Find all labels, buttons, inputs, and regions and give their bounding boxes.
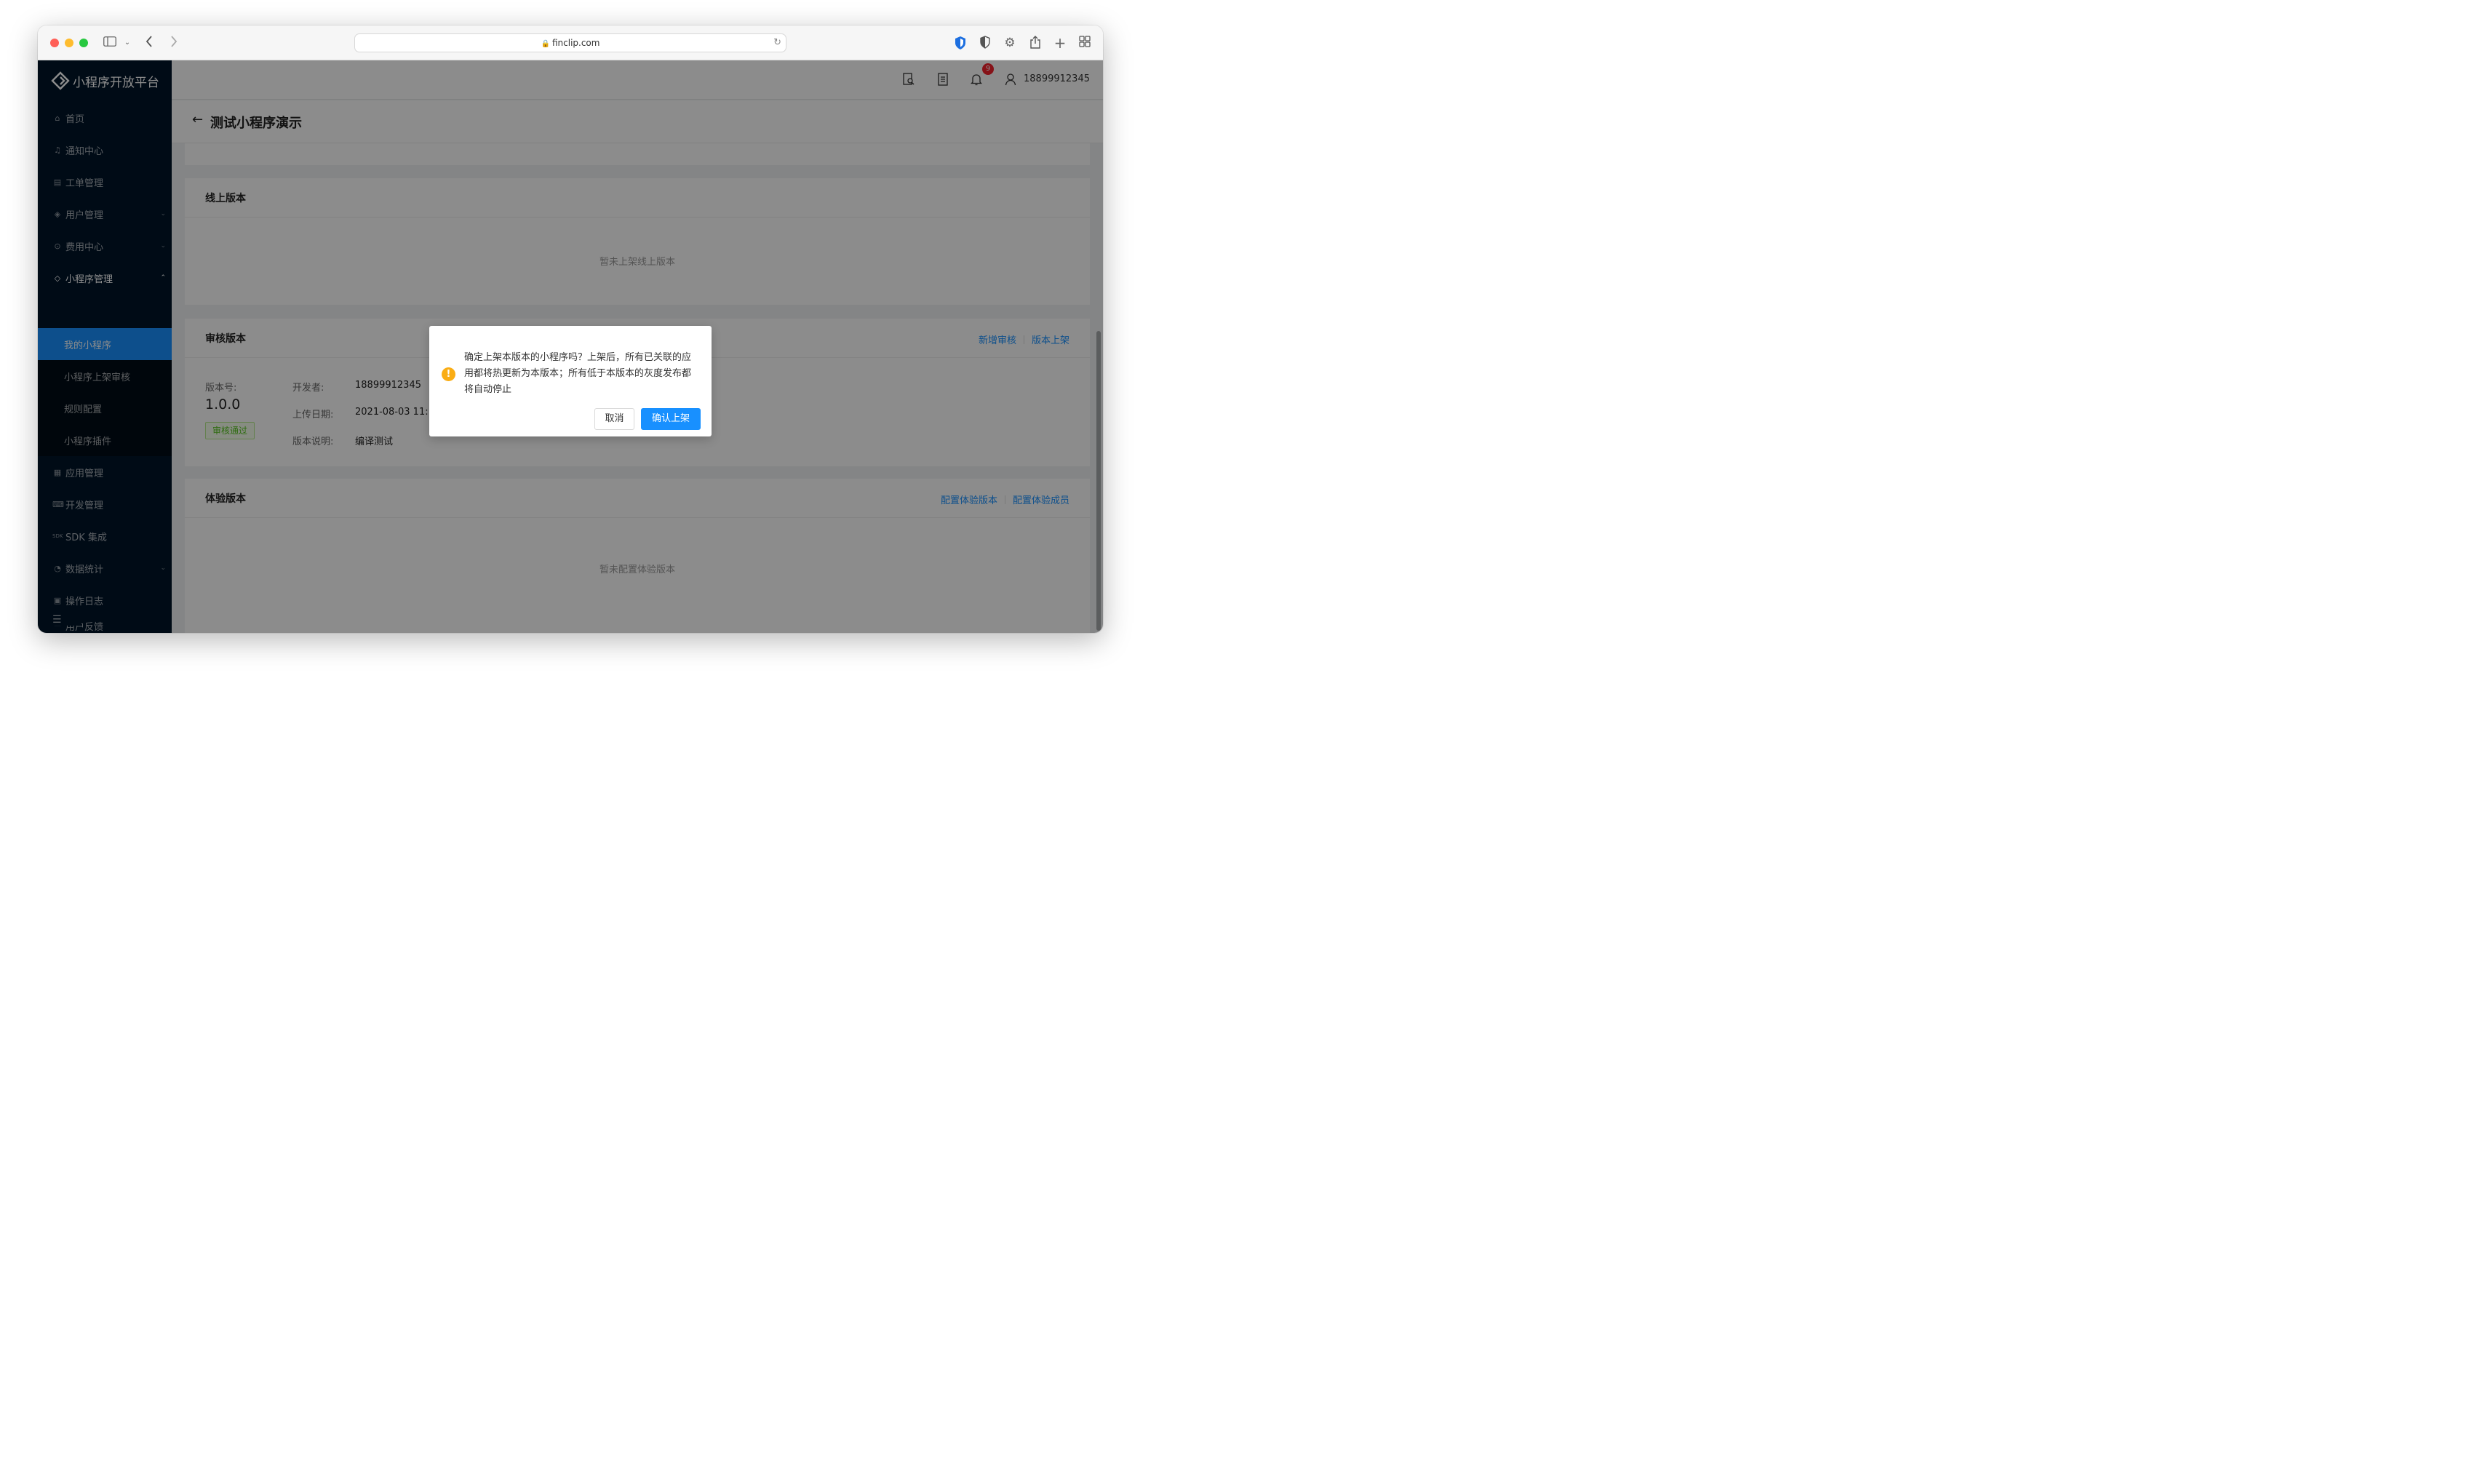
close-window-button[interactable]	[50, 39, 59, 47]
back-icon[interactable]	[143, 36, 156, 50]
warning-icon: !	[442, 367, 455, 381]
sidebar-toggle-icon[interactable]	[103, 36, 116, 50]
gear-icon[interactable]: ⚙	[1003, 36, 1017, 50]
modal-overlay[interactable]: ! 确定上架本版本的小程序吗？上架后，所有已关联的应用都将热更新为本版本；所有低…	[38, 60, 1103, 633]
shield-icon[interactable]	[953, 36, 968, 50]
tab-overview-icon[interactable]	[1078, 36, 1091, 50]
chevron-down-icon[interactable]: ⌄	[122, 36, 132, 50]
cancel-button[interactable]: 取消	[594, 408, 634, 430]
lock-icon: 🔒	[541, 40, 550, 48]
share-icon[interactable]	[1028, 36, 1043, 50]
confirm-dialog: ! 确定上架本版本的小程序吗？上架后，所有已关联的应用都将热更新为本版本；所有低…	[429, 326, 712, 436]
url-text: finclip.com	[551, 38, 600, 48]
confirm-message: 确定上架本版本的小程序吗？上架后，所有已关联的应用都将热更新为本版本；所有低于本…	[464, 352, 692, 395]
reload-icon[interactable]: ↻	[773, 37, 781, 48]
forward-icon[interactable]	[167, 36, 180, 50]
minimize-window-button[interactable]	[65, 39, 73, 47]
browser-window: ⌄ 🔒 finclip.com ↻ ⚙ + 小程序开放平台 ⌂ 首页 ♫ 通知中…	[38, 25, 1103, 633]
browser-toolbar: ⌄ 🔒 finclip.com ↻ ⚙ +	[38, 25, 1103, 60]
new-tab-icon[interactable]: +	[1053, 36, 1067, 50]
confirm-publish-button[interactable]: 确认上架	[641, 408, 701, 430]
address-bar[interactable]: 🔒 finclip.com ↻	[354, 33, 786, 52]
maximize-window-button[interactable]	[79, 39, 88, 47]
privacy-icon[interactable]	[978, 36, 992, 50]
